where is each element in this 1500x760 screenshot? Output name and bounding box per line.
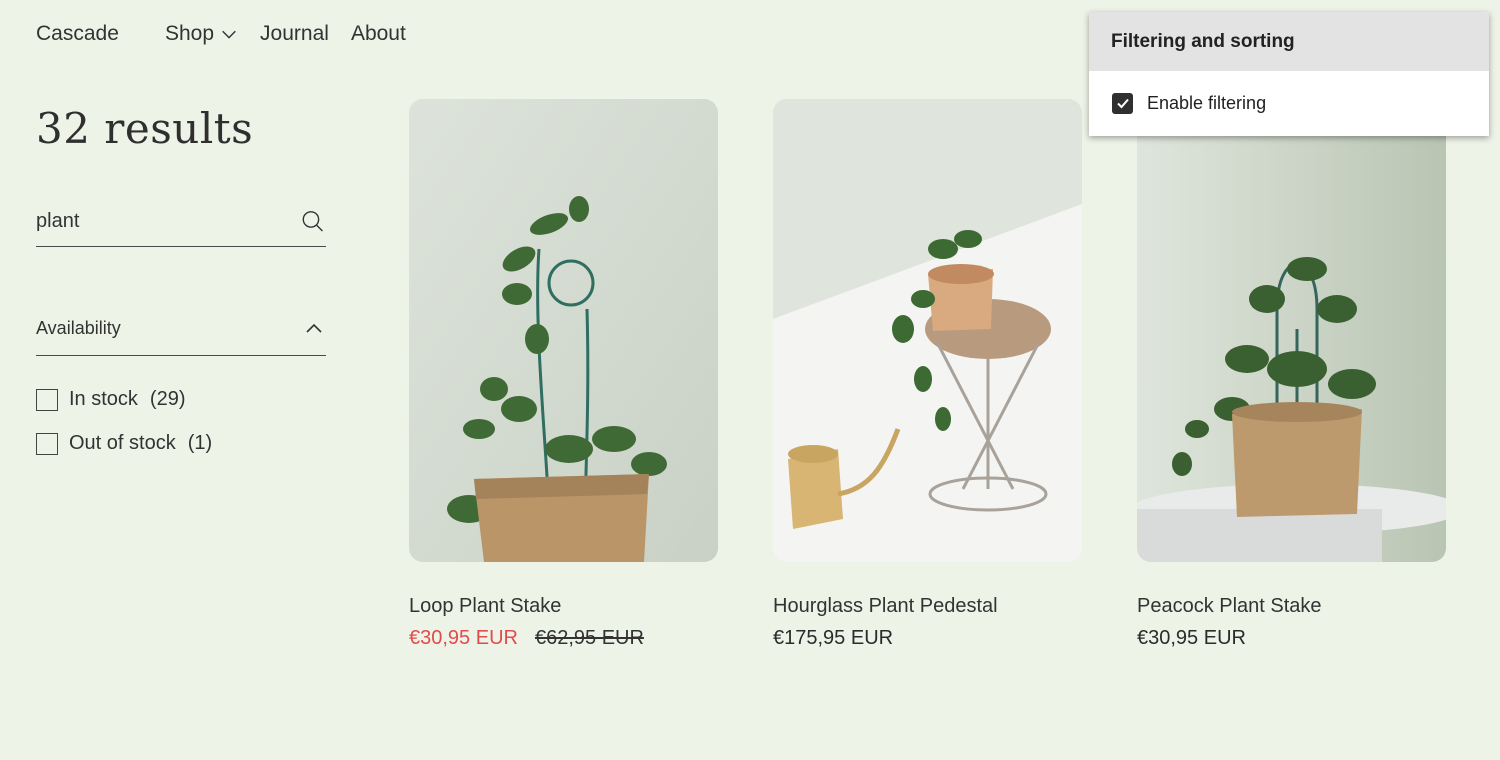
loop-plant-stake-image (409, 99, 718, 562)
nav-shop[interactable]: Shop (165, 22, 238, 46)
nav-about[interactable]: About (351, 22, 406, 46)
product-price: €30,95 EUR (1137, 627, 1446, 650)
enable-filtering-option[interactable]: Enable filtering (1089, 71, 1489, 135)
checkmark-icon (1116, 98, 1129, 109)
search-input[interactable] (36, 201, 301, 241)
nav-journal[interactable]: Journal (260, 22, 329, 46)
price: €175,95 EUR (773, 627, 894, 649)
nav-journal-label: Journal (260, 22, 329, 45)
product-image[interactable] (773, 99, 1082, 562)
in-stock-checkbox[interactable] (36, 388, 58, 411)
enable-filtering-label: Enable filtering (1147, 92, 1267, 113)
search-bar (36, 196, 326, 247)
original-price: €62,95 EUR (534, 627, 644, 649)
product-title[interactable]: Peacock Plant Stake (1137, 595, 1446, 618)
peacock-plant-stake-image (1137, 99, 1446, 562)
filtering-sorting-popup: Filtering and sorting Enable filtering (1089, 12, 1489, 136)
main-nav: Shop Journal About (165, 22, 406, 46)
product-image[interactable] (409, 99, 718, 562)
product-title[interactable]: Loop Plant Stake (409, 595, 718, 618)
availability-filter-toggle[interactable]: Availability (36, 302, 326, 356)
availability-filter-label: Availability (36, 318, 121, 338)
filter-option-in-stock[interactable]: In stock (29) (36, 388, 186, 411)
product-title[interactable]: Hourglass Plant Pedestal (773, 595, 1082, 618)
sale-price: €30,95 EUR (409, 627, 518, 649)
chevron-down-icon (222, 30, 236, 39)
nav-about-label: About (350, 22, 406, 45)
filter-option-label: In stock (69, 388, 138, 410)
product-image[interactable] (1137, 99, 1446, 562)
filter-option-out-of-stock[interactable]: Out of stock (1) (36, 432, 212, 455)
popup-title: Filtering and sorting (1089, 12, 1489, 71)
search-icon[interactable] (301, 206, 324, 236)
product-price: €30,95 EUR €62,95 EUR (409, 627, 718, 650)
enable-filtering-checkbox[interactable] (1112, 92, 1133, 114)
results-count-heading: 32 results (36, 104, 254, 153)
product-price: €175,95 EUR (773, 627, 1082, 650)
nav-shop-label: Shop (165, 22, 215, 45)
out-of-stock-checkbox[interactable] (36, 432, 58, 455)
filter-option-count: (1) (187, 432, 213, 454)
price: €30,95 EUR (1137, 627, 1246, 649)
filter-option-label: Out of stock (69, 432, 176, 454)
hourglass-plant-pedestal-image (773, 99, 1082, 562)
filter-option-count: (29) (149, 388, 186, 410)
brand-logo[interactable]: Cascade (36, 22, 119, 46)
product-card[interactable]: Loop Plant Stake €30,95 EUR €62,95 EUR (409, 99, 718, 650)
chevron-up-icon (306, 323, 322, 333)
product-card[interactable]: Hourglass Plant Pedestal €175,95 EUR (773, 99, 1082, 650)
product-card[interactable]: Peacock Plant Stake €30,95 EUR (1137, 99, 1446, 650)
